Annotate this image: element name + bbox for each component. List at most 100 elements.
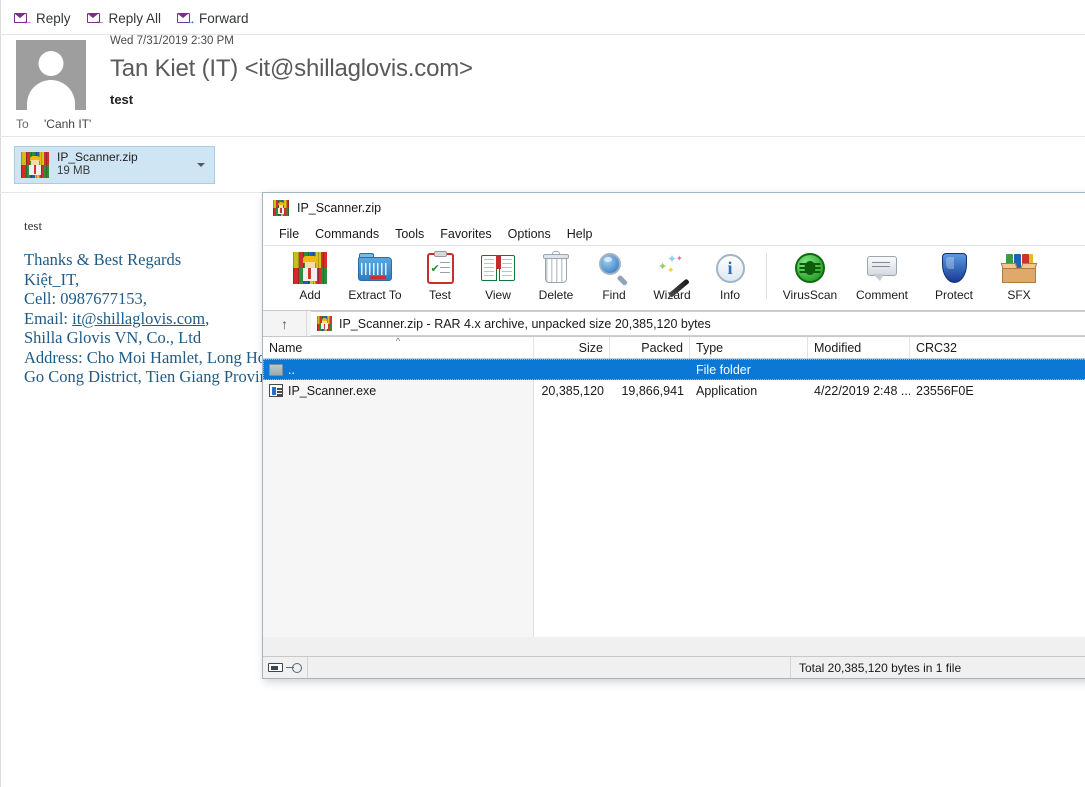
column-header-modified[interactable]: Modified [808,337,910,358]
toolbar-add-label: Add [299,288,321,302]
toolbar-comment-button[interactable]: Comment [846,249,918,302]
menu-commands[interactable]: Commands [307,226,387,242]
column-header-size-label: Size [578,340,603,355]
header-divider [0,136,1085,137]
table-row[interactable]: .. File folder [263,359,1085,380]
winrar-pathbar: ↑ IP_Scanner.zip - RAR 4.x archive, unpa… [263,311,1085,336]
attachment-size: 19 MB [57,165,91,178]
archive-path-field[interactable]: IP_Scanner.zip - RAR 4.x archive, unpack… [311,311,1085,336]
toolbar-delete-button[interactable]: Delete [527,249,585,302]
column-header-name[interactable]: ^ Name [263,337,534,358]
winrar-menubar: File Commands Tools Favorites Options He… [263,223,1085,245]
disk-icon [268,663,283,672]
statusbar-total: Total 20,385,120 bytes in 1 file [799,660,962,675]
winrar-statusbar: Total 20,385,120 bytes in 1 file [263,656,1085,678]
menu-tools[interactable]: Tools [387,226,432,242]
cell-crc32: 23556F0E [916,383,974,398]
column-header-packed-label: Packed [641,340,683,355]
screen: ← Reply ← Reply All → Forward Wed 7/31/2… [0,0,1085,787]
signature-line-2: Cell: 0987677153, [24,289,147,308]
toolbar-virusscan-button[interactable]: VirusScan [774,249,846,302]
archive-file-list: ^ Name Size Packed Type Modified CRC32 .… [263,336,1085,637]
statusbar-icons [263,657,308,678]
wizard-wand-icon: ✦ ✦ ✦ ✦ [656,249,690,297]
menu-options[interactable]: Options [500,226,559,242]
toolbar-extract-to-button[interactable]: Extract To [339,249,411,302]
mail-date: Wed 7/31/2019 2:30 PM [110,35,234,47]
sfx-box-icon [1000,249,1038,287]
winrar-toolbar: Add Extract To ✔ Test View Delete Find ✦… [263,246,1085,310]
virusscan-bug-icon [795,249,825,287]
cell-name: IP_Scanner.exe [263,384,534,398]
cell-packed: 19,866,941 [621,383,684,398]
column-header-packed[interactable]: Packed [610,337,690,358]
toolbar-protect-button[interactable]: Protect [918,249,990,302]
application-exe-icon [269,384,283,397]
cell-modified: 4/22/2019 2:48 ... [814,383,910,398]
toolbar-find-label: Find [602,288,626,302]
file-list-header: ^ Name Size Packed Type Modified CRC32 [263,337,1085,359]
mail-recipients-row: To 'Canh IT' [16,117,91,131]
avatar [16,40,86,110]
toolbar-comment-label: Comment [855,288,908,302]
mail-sender[interactable]: Tan Kiet (IT) <it@shillaglovis.com> [110,55,473,83]
menu-favorites[interactable]: Favorites [432,226,499,242]
toolbar-info-label: Info [719,288,740,302]
reply-all-icon: ← [86,12,106,27]
column-header-crc32[interactable]: CRC32 [910,337,1085,358]
toolbar-find-button[interactable]: Find [585,249,643,302]
test-clipboard-icon: ✔ [426,249,454,287]
toolbar-sfx-button[interactable]: SFX [990,249,1048,302]
forward-icon: → [177,12,196,27]
column-header-type[interactable]: Type [690,337,808,358]
menu-help[interactable]: Help [559,226,601,242]
attachment-chip[interactable]: IP_Scanner.zip 19 MB [14,146,215,184]
pane-left-divider [0,0,1,787]
cell-name-text: IP_Scanner.exe [288,383,377,398]
signature-line-0: Thanks & Best Regards [24,250,182,269]
reply-button-label: Reply [36,11,71,27]
extract-to-folder-icon [358,249,392,287]
info-circle-icon [715,249,745,287]
reply-all-button[interactable]: ← Reply All [86,12,161,27]
column-header-crc32-label: CRC32 [916,340,957,355]
attachment-name: IP_Scanner.zip [57,150,138,165]
toolbar-info-button[interactable]: Info [701,249,759,302]
to-value[interactable]: 'Canh IT' [44,117,91,131]
statusbar-message-area [308,657,791,678]
signature-line-1: Kiệt_IT, [24,269,80,289]
toolbar-virusscan-label: VirusScan [782,288,838,302]
signature-line-5: Go Cong District, Tien Giang Provin [24,367,268,386]
winrar-zip-icon [273,200,289,216]
signature-line-4: Address: Cho Moi Hamlet, Long Hoa [24,347,270,367]
mail-actions-toolbar: ← Reply ← Reply All → Forward [14,8,249,30]
table-row[interactable]: IP_Scanner.exe 20,385,120 19,866,941 App… [263,380,1085,401]
archive-path-text: IP_Scanner.zip - RAR 4.x archive, unpack… [339,316,711,331]
forward-button[interactable]: → Forward [177,12,249,27]
reply-icon: ← [14,12,33,27]
winrar-window-title: IP_Scanner.zip [297,201,382,215]
chevron-down-icon[interactable] [197,163,205,167]
winrar-zip-icon [21,152,49,178]
toolbar-wizard-button[interactable]: ✦✦✦✦ Wizard [643,249,701,302]
menu-file[interactable]: File [271,226,307,242]
column-header-size[interactable]: Size [534,337,610,358]
signature-line-3: Shilla Glovis VN, Co., Ltd [24,328,202,347]
cell-type: File folder [696,362,751,377]
email-label: Email: [24,308,73,328]
comment-bubble-icon [867,249,897,287]
toolbar-view-label: View [485,288,511,302]
toolbar-add-button[interactable]: Add [281,249,339,302]
winrar-titlebar[interactable]: IP_Scanner.zip [263,193,1085,223]
up-arrow-icon[interactable]: ↑ [263,311,307,336]
toolbar-test-button[interactable]: ✔ Test [411,249,469,302]
email-link[interactable]: it@shillaglovis.com [72,309,205,328]
toolbar-view-button[interactable]: View [469,249,527,302]
toolbar-test-label: Test [428,288,451,302]
signature-email-line: Email: it@shillaglovis.com, [24,309,270,329]
mail-body: test Thanks & Best Regards Kiệt_IT, Cell… [24,218,270,387]
protect-shield-icon [941,249,967,287]
delete-trash-icon [543,249,569,287]
reply-button[interactable]: ← Reply [14,11,71,27]
find-magnifier-icon [599,249,629,287]
